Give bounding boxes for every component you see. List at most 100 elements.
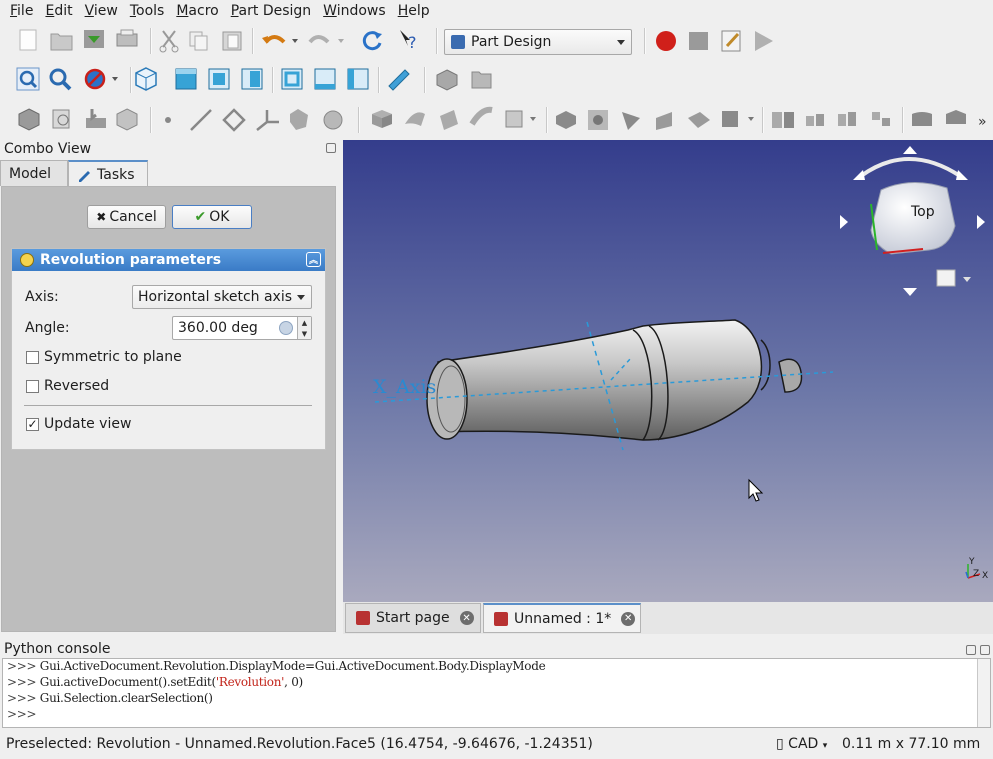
menu-help[interactable]: Help — [392, 3, 436, 19]
edit-macro-icon[interactable] — [721, 30, 741, 52]
subtractive-loft-icon[interactable] — [656, 112, 672, 130]
cancel-button[interactable]: ✖ Cancel — [87, 205, 166, 229]
stop-macro-icon[interactable] — [689, 32, 708, 50]
redo-icon[interactable] — [308, 35, 344, 44]
fit-all-icon[interactable] — [16, 67, 40, 91]
revolution-icon[interactable] — [405, 112, 425, 126]
nav-down-arrow-icon[interactable] — [903, 288, 917, 296]
spin-arrows-icon[interactable]: ▲ ▼ — [297, 317, 311, 339]
fit-selection-icon[interactable] — [49, 68, 72, 91]
close-icon[interactable]: ✕ — [621, 611, 636, 626]
isometric-view-icon[interactable] — [135, 67, 157, 91]
create-sketch-icon[interactable] — [52, 109, 70, 129]
multi-transform-icon[interactable] — [872, 112, 890, 126]
bottom-view-icon[interactable] — [314, 68, 336, 90]
revolution-solid[interactable] — [426, 319, 803, 441]
tab-unnamed[interactable]: Unnamed : 1* ✕ — [483, 603, 641, 633]
tab-tasks[interactable]: Tasks — [68, 160, 148, 187]
polar-pattern-icon[interactable] — [838, 112, 856, 126]
navigation-style-selector[interactable]: ▯ CAD ▾ — [776, 736, 827, 752]
symmetric-checkbox[interactable] — [26, 351, 39, 364]
menu-macro[interactable]: Macro — [170, 3, 224, 19]
tab-start-page[interactable]: Start page ✕ — [345, 603, 481, 633]
python-console-title: Python console — [4, 641, 111, 657]
nav-right-arrow-icon[interactable] — [977, 215, 985, 229]
navigation-cube[interactable]: Top — [840, 146, 985, 296]
rear-view-icon[interactable] — [281, 68, 303, 90]
open-document-icon[interactable] — [50, 33, 73, 51]
top-view-icon[interactable] — [208, 68, 230, 90]
right-view-icon[interactable] — [241, 68, 263, 90]
additive-pipe-icon[interactable] — [469, 106, 493, 126]
menu-view[interactable]: View — [79, 3, 124, 19]
cut-icon[interactable] — [159, 30, 179, 53]
additive-primitive-icon[interactable] — [505, 110, 536, 128]
run-macro-icon[interactable] — [755, 31, 773, 51]
menu-tools[interactable]: Tools — [124, 3, 171, 19]
create-part-icon[interactable] — [436, 69, 458, 91]
tab-model[interactable]: Model — [0, 160, 68, 186]
subtractive-primitive-icon[interactable] — [722, 111, 754, 127]
subtractive-pipe-icon[interactable] — [688, 112, 710, 128]
expression-icon[interactable] — [279, 321, 293, 335]
nav-up-arrow-icon[interactable] — [903, 146, 917, 154]
pocket-icon[interactable] — [556, 111, 576, 129]
toolbar-overflow-icon[interactable]: » — [978, 114, 987, 130]
panel-header[interactable]: Revolution parameters ︽ — [12, 249, 325, 271]
angle-spinbox[interactable]: 360.00 deg ▲ ▼ — [172, 316, 312, 340]
mirrored-icon[interactable] — [772, 112, 794, 128]
chamfer-icon[interactable] — [946, 110, 966, 124]
float-dock-icon[interactable] — [966, 645, 976, 655]
axis-dropdown[interactable]: Horizontal sketch axis — [132, 285, 312, 309]
pad-icon[interactable] — [372, 110, 392, 128]
update-view-checkbox[interactable]: ✓ — [26, 418, 39, 431]
reversed-checkbox[interactable] — [26, 380, 39, 393]
check-geometry-icon[interactable] — [116, 108, 138, 131]
linear-pattern-icon[interactable] — [806, 114, 824, 126]
shape-binder-icon[interactable] — [290, 109, 308, 130]
menu-part-design[interactable]: Part Design — [225, 3, 317, 19]
datum-point-icon[interactable] — [165, 117, 171, 123]
close-dock-icon[interactable] — [980, 645, 990, 655]
create-body-icon[interactable] — [18, 108, 40, 131]
python-console[interactable]: >>> Gui.ActiveDocument.Revolution.Displa… — [2, 658, 991, 728]
additive-loft-icon[interactable] — [440, 110, 458, 130]
console-scrollbar[interactable] — [977, 659, 990, 727]
collapse-icon[interactable]: ︽ — [306, 252, 321, 267]
measure-distance-icon[interactable] — [388, 69, 410, 91]
draw-style-icon[interactable] — [84, 68, 118, 90]
copy-icon[interactable] — [189, 31, 208, 51]
datum-line-icon[interactable] — [190, 109, 212, 131]
close-icon[interactable]: ✕ — [459, 611, 474, 625]
float-dock-icon[interactable] — [326, 143, 336, 153]
create-group-icon[interactable] — [471, 71, 492, 89]
menu-edit[interactable]: Edit — [39, 3, 78, 19]
workbench-selector[interactable]: Part Design — [444, 29, 632, 55]
paste-icon[interactable] — [222, 31, 242, 51]
print-icon[interactable] — [116, 29, 138, 47]
axis-label: Axis: — [25, 289, 59, 305]
validate-sketch-icon[interactable] — [86, 109, 106, 128]
clone-icon[interactable] — [323, 110, 343, 130]
divider — [24, 405, 312, 406]
refresh-icon[interactable] — [362, 31, 382, 51]
save-document-icon[interactable] — [84, 30, 104, 48]
left-view-icon[interactable] — [347, 68, 369, 90]
fillet-icon[interactable] — [912, 112, 932, 126]
front-view-icon[interactable] — [175, 68, 197, 90]
undo-icon[interactable] — [262, 35, 298, 44]
record-macro-icon[interactable] — [656, 31, 676, 51]
whats-this-icon[interactable]: ? — [400, 30, 417, 52]
menu-windows[interactable]: Windows — [317, 3, 392, 19]
ok-button[interactable]: ✔ OK — [172, 205, 252, 229]
datum-plane-icon[interactable] — [222, 108, 246, 132]
console-code: Gui.ActiveDocument.Revolution.DisplayMod… — [39, 659, 546, 673]
3d-viewport[interactable]: X_Axis Top Y Z X — [343, 140, 993, 602]
hole-icon[interactable] — [588, 110, 608, 130]
nav-left-arrow-icon[interactable] — [840, 215, 848, 229]
new-document-icon[interactable] — [19, 29, 37, 51]
local-cs-icon[interactable] — [256, 110, 279, 131]
groove-icon[interactable] — [622, 112, 640, 130]
navcube-menu-icon[interactable] — [936, 269, 956, 287]
menu-file[interactable]: File — [4, 3, 39, 19]
